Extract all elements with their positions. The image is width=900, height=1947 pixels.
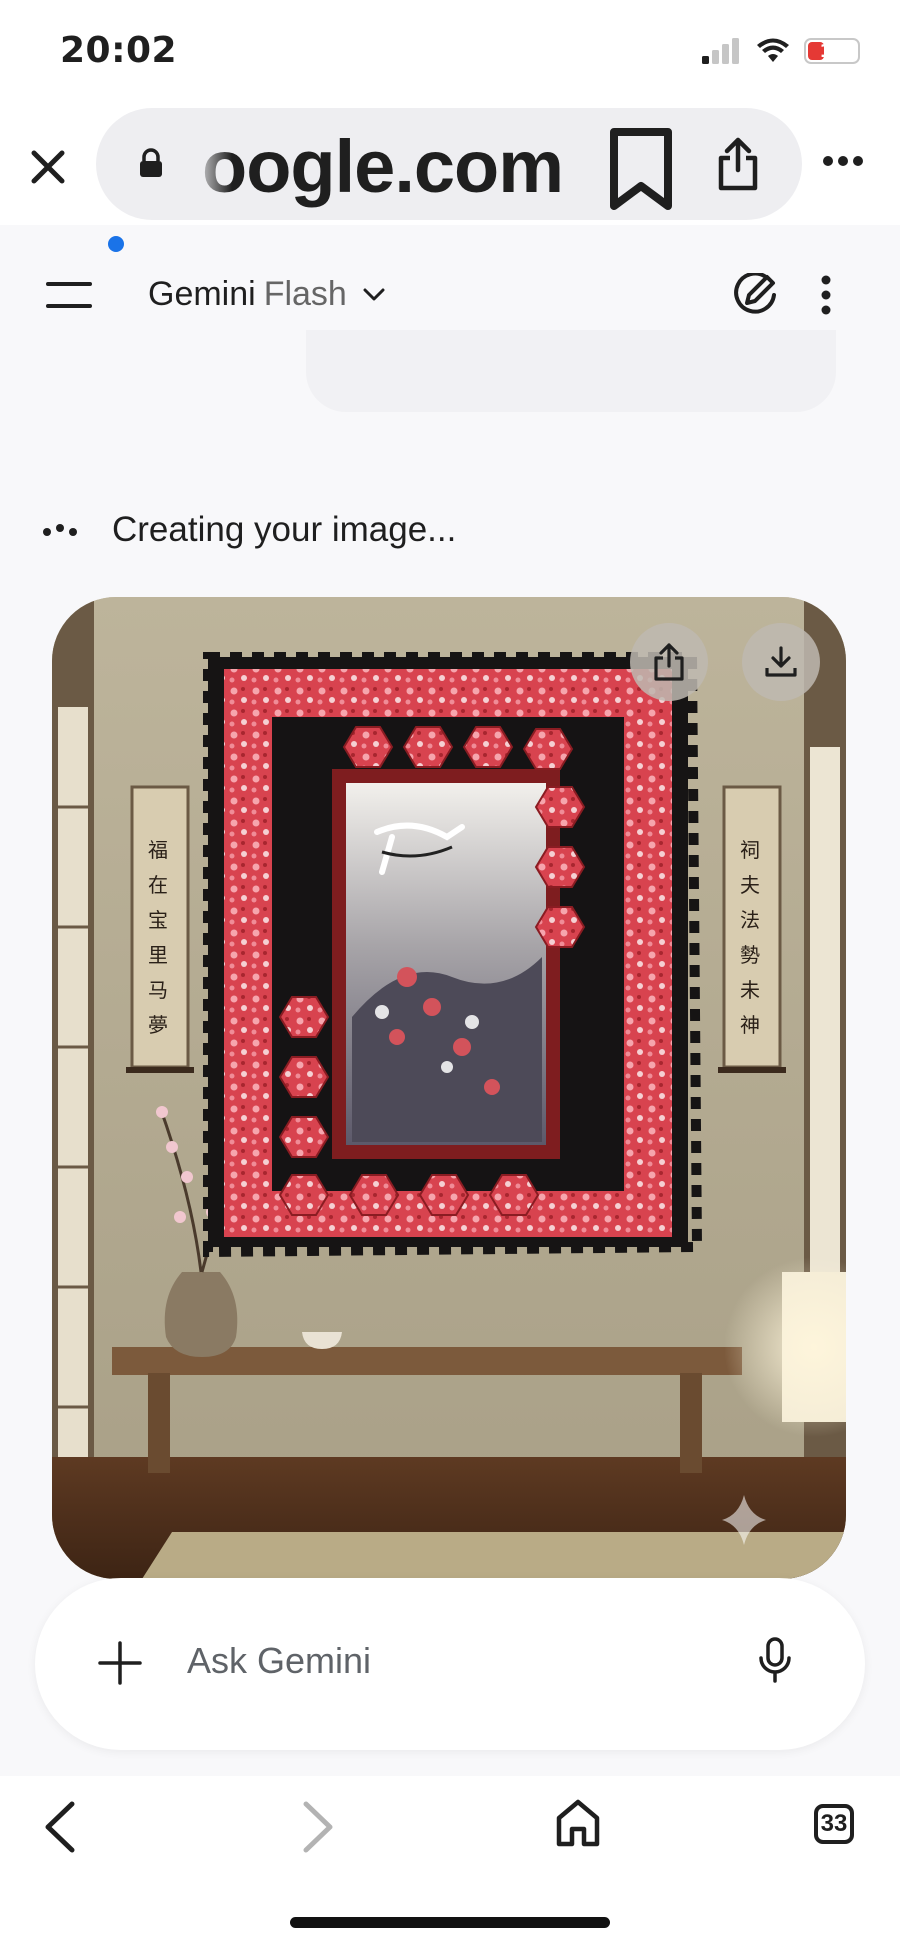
wifi-icon	[757, 38, 789, 62]
model-selector[interactable]: Gemini Flash	[148, 275, 347, 314]
tabs-button[interactable]: 33	[814, 1804, 854, 1844]
loading-dots-icon	[43, 524, 77, 536]
address-bar[interactable]: oogle.com	[96, 108, 802, 220]
plus-icon[interactable]	[97, 1640, 143, 1686]
share-icon[interactable]	[716, 136, 760, 192]
battery-level: 15	[819, 40, 845, 62]
svg-text:神: 神	[740, 1013, 760, 1037]
home-icon[interactable]	[555, 1798, 601, 1848]
signal-icon	[702, 38, 739, 64]
svg-text:宝: 宝	[148, 908, 168, 932]
generating-status: Creating your image...	[42, 510, 456, 550]
share-image-button[interactable]	[630, 623, 708, 701]
bookmark-icon[interactable]	[608, 128, 674, 210]
prompt-input-bar[interactable]: Ask Gemini	[35, 1578, 865, 1750]
battery-icon: 15	[804, 38, 860, 64]
svg-text:祠: 祠	[740, 838, 760, 862]
status-text: Creating your image...	[112, 510, 457, 549]
home-indicator	[290, 1917, 610, 1928]
svg-text:在: 在	[148, 873, 168, 897]
menu-icon[interactable]	[46, 280, 92, 310]
status-bar: 20:02 15	[0, 0, 900, 110]
notification-dot	[108, 236, 124, 252]
edit-icon[interactable]	[730, 273, 778, 319]
url-fade	[192, 108, 232, 220]
svg-text:法: 法	[740, 908, 760, 932]
svg-text:福: 福	[148, 838, 168, 862]
browser-toolbar: oogle.com	[0, 105, 900, 225]
app-header: Gemini Flash	[0, 255, 900, 335]
lock-icon	[140, 148, 162, 177]
chevron-down-icon[interactable]	[362, 285, 386, 303]
share-icon	[654, 643, 684, 681]
download-image-button[interactable]	[742, 623, 820, 701]
svg-text:未: 未	[740, 978, 760, 1002]
svg-text:夫: 夫	[740, 873, 760, 897]
generated-image[interactable]: 福在宝里马夢 祠夫法勢未神	[52, 597, 846, 1579]
svg-text:里: 里	[148, 943, 168, 967]
mic-icon[interactable]	[757, 1636, 793, 1684]
download-icon	[765, 646, 797, 677]
status-icons: 15	[702, 38, 860, 64]
kebab-icon[interactable]	[820, 275, 832, 315]
url-text: oogle.com	[202, 125, 564, 208]
prompt-input[interactable]: Ask Gemini	[187, 1640, 371, 1682]
back-icon[interactable]	[42, 1800, 78, 1854]
svg-text:马: 马	[148, 978, 168, 1002]
svg-text:勢: 勢	[740, 943, 760, 967]
close-icon[interactable]	[26, 145, 70, 189]
model-name: Flash	[263, 275, 347, 313]
more-icon[interactable]	[822, 155, 864, 167]
previous-message-bubble	[306, 330, 836, 412]
app-name: Gemini	[148, 275, 256, 313]
forward-icon[interactable]	[300, 1800, 336, 1854]
status-time: 20:02	[60, 30, 178, 71]
quilt-scene: 福在宝里马夢 祠夫法勢未神	[52, 597, 846, 1579]
svg-text:夢: 夢	[148, 1013, 168, 1037]
